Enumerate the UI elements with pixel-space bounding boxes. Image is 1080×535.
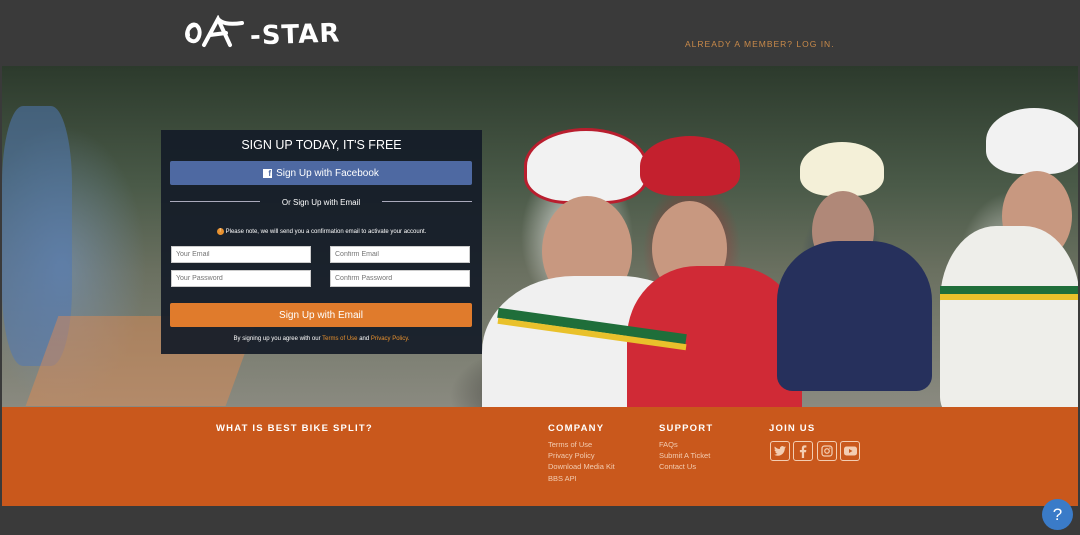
footer-link-faqs[interactable]: FAQs	[659, 440, 678, 449]
terms-text: By signing up you agree with our Terms o…	[161, 336, 482, 342]
site-header: -STAR ALREADY A MEMBER? LOG IN.	[0, 0, 1080, 66]
twitter-icon[interactable]	[770, 441, 790, 461]
privacy-policy-link[interactable]: Privacy Policy.	[371, 336, 410, 342]
signup-title: SIGN UP TODAY, IT'S FREE	[241, 138, 402, 152]
password-field[interactable]	[171, 270, 311, 287]
support-heading: SUPPORT	[659, 423, 714, 434]
terms-and: and	[359, 336, 370, 342]
confirm-password-field[interactable]	[330, 270, 470, 287]
join-heading: JOIN US	[769, 423, 816, 434]
signup-panel: SIGN UP TODAY, IT'S FREE f Sign Up with …	[161, 130, 482, 354]
info-icon: !	[216, 228, 224, 235]
confirmation-note: ! Please note, we will send you a confirm…	[161, 228, 482, 235]
or-signup-text: Or Sign Up with Email	[281, 198, 361, 207]
instagram-icon[interactable]	[817, 441, 837, 461]
bottom-bar	[0, 506, 1080, 535]
divider-left	[170, 201, 260, 202]
terms-of-use-link[interactable]: Terms of Use	[322, 336, 357, 342]
divider-right	[382, 201, 472, 202]
facebook-signup-label: Sign Up with Facebook	[276, 167, 379, 179]
terms-prefix: By signing up you agree with our	[233, 336, 321, 342]
help-button[interactable]: ?	[1042, 499, 1073, 530]
email-field[interactable]	[171, 246, 311, 263]
facebook-icon[interactable]	[793, 441, 813, 461]
logo-text: -STAR	[249, 18, 341, 52]
facebook-icon: f	[263, 168, 273, 178]
footer-link-media-kit[interactable]: Download Media Kit	[548, 462, 615, 471]
footer-link-api[interactable]: BBS API	[548, 474, 577, 483]
login-link[interactable]: ALREADY A MEMBER? LOG IN.	[685, 39, 835, 49]
confirm-email-field[interactable]	[330, 246, 470, 263]
footer-link-privacy[interactable]: Privacy Policy	[548, 451, 595, 460]
facebook-signup-button[interactable]: f Sign Up with Facebook	[170, 161, 472, 185]
about-heading[interactable]: WHAT IS BEST BIKE SPLIT?	[216, 423, 373, 434]
footer-link-contact[interactable]: Contact Us	[659, 462, 696, 471]
site-footer	[2, 407, 1078, 506]
footer-link-terms[interactable]: Terms of Use	[548, 440, 592, 449]
email-signup-button[interactable]: Sign Up with Email	[170, 303, 472, 327]
confirmation-note-text: Please note, we will send you a confirma…	[225, 229, 427, 236]
logo[interactable]: -STAR	[182, 10, 341, 60]
company-heading: COMPANY	[548, 423, 605, 434]
youtube-icon[interactable]	[840, 441, 860, 461]
logo-mark-icon	[185, 15, 244, 47]
footer-link-submit-ticket[interactable]: Submit A Ticket	[659, 451, 710, 460]
